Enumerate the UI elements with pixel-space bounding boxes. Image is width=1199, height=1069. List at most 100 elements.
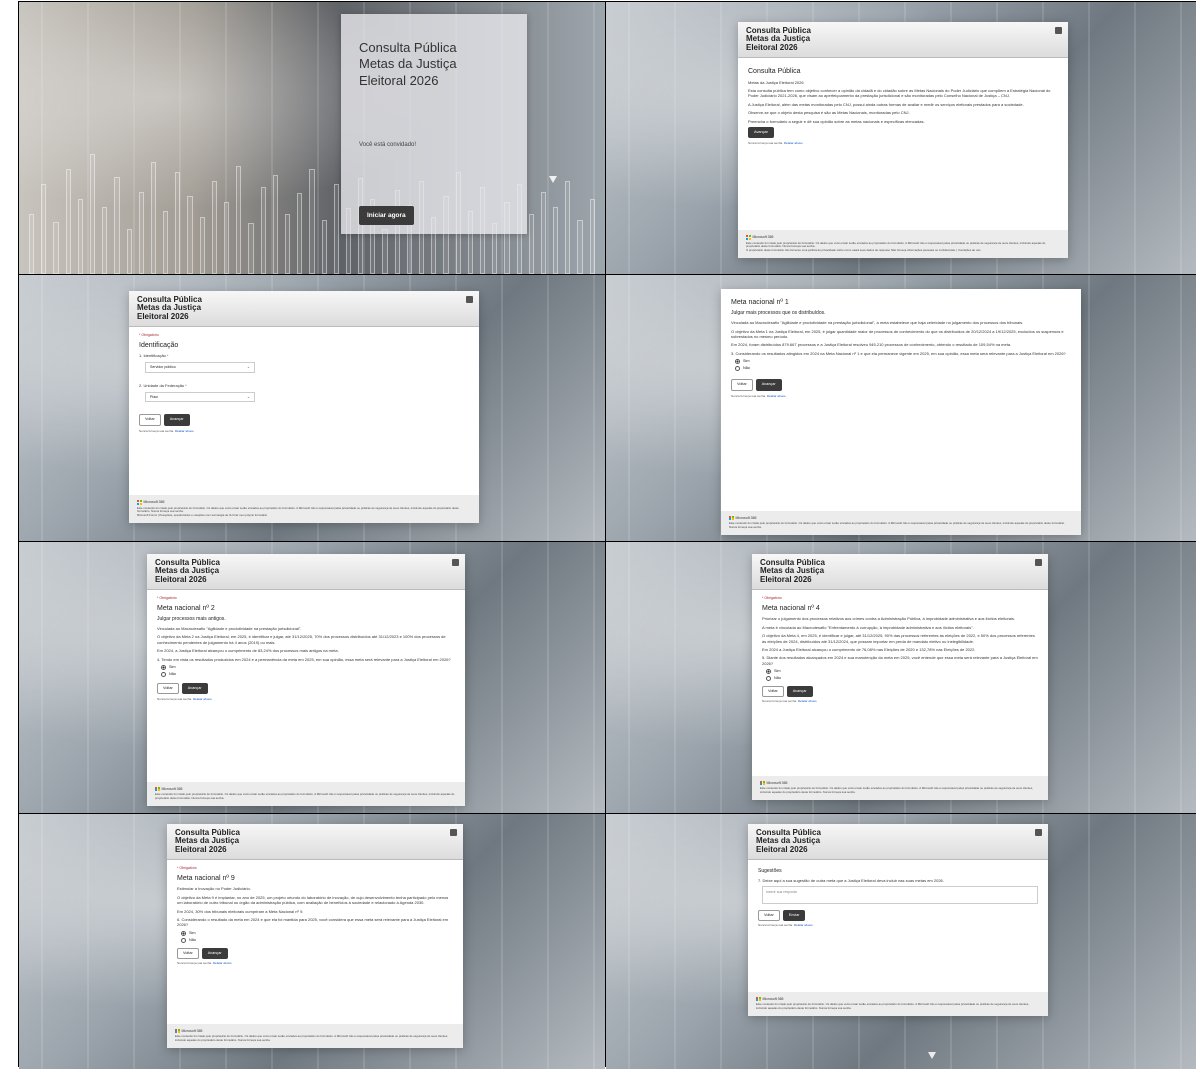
- microsoft-logo-icon: [729, 515, 734, 521]
- form-title: Consulta Pública Metas da Justiça Eleito…: [137, 295, 471, 321]
- footer-privacy: O proprietário deste formulário não forn…: [746, 248, 981, 253]
- meta9-question: 6. Considerando o resultado da meta em 2…: [177, 916, 449, 928]
- microsoft-365-logo: Microsoft 365: [137, 500, 471, 505]
- radio-empty-icon: [181, 937, 186, 943]
- microsoft-365-logo: Microsoft 365: [155, 787, 457, 792]
- meta4-question: 5. Diante dos resultados alcançados em 2…: [762, 655, 1038, 666]
- collapse-icon[interactable]: [1035, 829, 1042, 836]
- back-button[interactable]: Voltar: [157, 683, 179, 695]
- form-actions: Voltar Avançar: [139, 414, 469, 426]
- radio-selected-icon: [161, 665, 166, 671]
- identification-select[interactable]: Servidor público ⌄: [145, 362, 255, 373]
- radio-empty-icon: [161, 672, 166, 678]
- form-footer: Microsoft 365 Este conteúdo foi criado p…: [129, 494, 479, 523]
- radio-no[interactable]: Não: [766, 676, 1038, 682]
- radio-yes[interactable]: Sim: [161, 665, 455, 671]
- meta2-panel: Consulta Pública Metas da Justiça Eleito…: [19, 542, 605, 813]
- invite-text: Você está convidado!: [359, 142, 417, 148]
- next-button[interactable]: Avançar: [201, 947, 228, 960]
- report-abuse-link[interactable]: Relatar abuso: [767, 394, 786, 398]
- cover-title-line-1: Consulta Pública: [359, 40, 457, 55]
- collapse-icon[interactable]: [1055, 27, 1062, 34]
- radio-yes[interactable]: Sim: [181, 931, 453, 936]
- required-note: * Obrigatório: [762, 596, 782, 601]
- radio-selected-icon: [181, 930, 186, 936]
- microsoft-logo-icon: [155, 786, 160, 792]
- password-warning-text: Nunca forneça sua senha.: [157, 697, 193, 702]
- section-subtitle: Julgar processos mais antigos.: [157, 616, 226, 623]
- collapse-icon[interactable]: [466, 296, 473, 303]
- radio-no[interactable]: Não: [181, 938, 453, 943]
- next-button[interactable]: Avançar: [786, 686, 813, 698]
- intro-panel: Consulta Pública Metas da Justiça Eleito…: [606, 2, 1196, 274]
- password-warning-text: Nunca forneça sua senha.: [748, 141, 784, 146]
- form-title: Consulta Pública Metas da Justiça Eleito…: [756, 828, 1040, 854]
- password-warning-text: Nunca forneça sua senha.: [177, 961, 213, 966]
- required-note: * Obrigatório: [139, 333, 159, 338]
- back-button[interactable]: Voltar: [731, 379, 753, 391]
- brand-name: Microsoft 365: [181, 1028, 203, 1033]
- section-heading: Sugestões: [758, 868, 782, 875]
- microsoft-logo-icon: [756, 996, 761, 1002]
- next-button[interactable]: Avançar: [163, 414, 190, 426]
- intro-card: Consulta Pública Metas da Justiça Eleito…: [738, 22, 1068, 258]
- next-button[interactable]: Avançar: [755, 379, 782, 391]
- collapse-icon[interactable]: [452, 559, 459, 566]
- form-actions: Voltar Avançar: [762, 686, 1038, 698]
- collapse-icon[interactable]: [1035, 559, 1042, 566]
- meta4-paragraph-4: Em 2024 a Justiça Eleitoral alcançou o c…: [762, 646, 976, 652]
- section-heading: Meta nacional nº 4: [762, 604, 820, 612]
- brand-name: Microsoft 365: [766, 780, 788, 785]
- state-select[interactable]: Piauí ⌄: [145, 391, 255, 403]
- question-1-text: 1. Identificação: [139, 353, 166, 359]
- cover-card: Consulta Pública Metas da Justiça Eleito…: [341, 14, 527, 234]
- microsoft-logo-icon: [175, 1028, 180, 1034]
- report-abuse-link[interactable]: Relatar abuso: [213, 961, 232, 965]
- meta1-card: Meta nacional nº 1 Julgar mais processos…: [721, 289, 1081, 535]
- collapse-icon[interactable]: [450, 829, 457, 836]
- password-warning-text: Nunca forneça sua senha.: [758, 923, 794, 928]
- start-now-button[interactable]: Iniciar agora: [359, 206, 414, 225]
- section-subtitle: Julgar mais processos que os distribuído…: [731, 310, 826, 317]
- password-warning-text: Nunca forneça sua senha.: [762, 699, 798, 704]
- radio-no[interactable]: Não: [735, 366, 1071, 372]
- next-button[interactable]: Avançar: [748, 126, 774, 139]
- radio-no[interactable]: Não: [161, 672, 455, 678]
- radio-no-label: Não: [169, 672, 176, 677]
- suggestion-textarea[interactable]: Inserir sua resposta: [762, 886, 1038, 905]
- scroll-down-icon: [928, 1052, 936, 1059]
- back-button[interactable]: Voltar: [758, 910, 780, 922]
- meta4-paragraph-1: Priorizar o julgamento dos processos rel…: [762, 616, 1016, 622]
- radio-yes[interactable]: Sim: [766, 669, 1038, 675]
- report-abuse-link[interactable]: Relatar abuso: [193, 697, 212, 701]
- back-button[interactable]: Voltar: [762, 686, 784, 698]
- intro-paragraph-1: Esta consulta pública tem como objetivo …: [748, 88, 1051, 99]
- cover-panel: Consulta Pública Metas da Justiça Eleito…: [19, 2, 605, 274]
- report-abuse-link[interactable]: Relatar abuso: [794, 923, 813, 927]
- meta9-paragraph-2: Em 2024, 30% dos tribunais eleitorais cu…: [177, 908, 304, 914]
- report-abuse-link[interactable]: Relatar abuso: [798, 699, 817, 703]
- radio-yes[interactable]: Sim: [735, 359, 1071, 365]
- form-title-line-3: Eleitoral 2026: [175, 844, 227, 854]
- microsoft-logo-icon: [137, 500, 142, 505]
- required-note: * Obrigatório: [177, 866, 197, 871]
- question-2-text: 2. Unidade da Federação: [139, 382, 185, 388]
- form-title-line-3: Eleitoral 2026: [760, 574, 812, 584]
- report-abuse-link[interactable]: Relatar abuso: [175, 429, 194, 433]
- section-heading: Identificação: [139, 341, 179, 349]
- suggestions-card: Consulta Pública Metas da Justiça Eleito…: [748, 824, 1048, 1016]
- submit-button[interactable]: Enviar: [782, 910, 806, 922]
- brand-name: Microsoft 365: [752, 234, 774, 239]
- radio-yes-label: Sim: [189, 930, 196, 935]
- meta4-body: * Obrigatório Meta nacional nº 4 Prioriz…: [752, 590, 1048, 709]
- next-button[interactable]: Avançar: [181, 683, 208, 695]
- back-button[interactable]: Voltar: [177, 947, 199, 960]
- microsoft-365-logo: Microsoft 365: [729, 516, 1073, 521]
- required-mark: *: [185, 383, 187, 388]
- report-abuse-link[interactable]: Relatar abuso: [784, 141, 803, 145]
- back-button[interactable]: Voltar: [139, 414, 161, 426]
- intro-actions: Avançar: [748, 126, 1058, 139]
- screenshot-grid: Consulta Pública Metas da Justiça Eleito…: [18, 1, 1196, 1069]
- form-header: Consulta Pública Metas da Justiça Eleito…: [752, 554, 1048, 591]
- radio-selected-icon: [735, 359, 740, 365]
